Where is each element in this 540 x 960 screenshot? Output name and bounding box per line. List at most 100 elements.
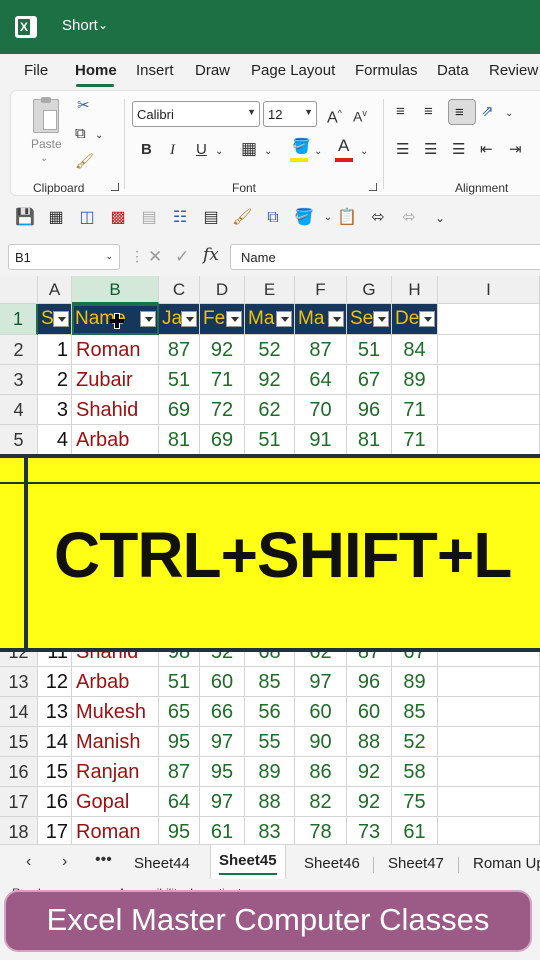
empty-cell[interactable] — [438, 697, 540, 727]
more-sheets-button[interactable]: ••• — [95, 851, 112, 869]
column-header[interactable]: H — [392, 276, 438, 304]
score-cell[interactable]: 58 — [392, 757, 438, 787]
document-title[interactable]: Short — [62, 17, 98, 34]
serial-cell[interactable]: 1 — [38, 335, 72, 365]
score-cell[interactable]: 78 — [295, 817, 347, 844]
name-cell[interactable]: Manish — [72, 727, 159, 757]
score-cell[interactable]: 71 — [392, 395, 438, 425]
score-cell[interactable]: 75 — [392, 787, 438, 817]
delete-sheet-icon[interactable]: ▩ — [108, 208, 128, 228]
chevron-down-icon[interactable]: ⌄ — [40, 153, 48, 164]
orientation-icon[interactable]: ⇗ — [481, 103, 494, 121]
row-header[interactable]: 14 — [0, 697, 38, 727]
score-cell[interactable]: 89 — [392, 365, 438, 395]
chevron-down-icon[interactable]: ⌄ — [98, 18, 108, 32]
serial-cell[interactable]: 16 — [38, 787, 72, 817]
score-cell[interactable]: 61 — [392, 817, 438, 844]
score-cell[interactable]: 70 — [295, 395, 347, 425]
score-cell[interactable]: 90 — [295, 727, 347, 757]
score-cell[interactable]: 88 — [347, 727, 392, 757]
tab-file[interactable]: File — [24, 62, 48, 79]
chevron-down-icon[interactable]: ⌄ — [360, 143, 368, 161]
filter-icon[interactable]: ⬄ — [368, 208, 388, 228]
row-header[interactable]: 17 — [0, 787, 38, 817]
chevron-down-icon[interactable]: ⌄ — [95, 127, 103, 145]
sheet-tab[interactable]: Sheet44 — [134, 855, 190, 872]
tab-review[interactable]: Review — [489, 62, 538, 79]
paste-icon[interactable] — [33, 97, 59, 133]
formula-input[interactable]: Name — [230, 244, 540, 270]
score-cell[interactable]: 83 — [245, 817, 295, 844]
empty-cell[interactable] — [438, 757, 540, 787]
score-cell[interactable]: 65 — [159, 697, 200, 727]
borders-icon[interactable]: ▦ — [241, 140, 257, 158]
score-cell[interactable]: 84 — [392, 335, 438, 365]
more-icon[interactable]: ⋮ — [130, 248, 144, 265]
row-header[interactable]: 15 — [0, 727, 38, 757]
score-cell[interactable]: 81 — [347, 425, 392, 455]
header-cell[interactable]: Se — [347, 304, 392, 335]
filter-dropdown-icon[interactable] — [419, 311, 435, 327]
decrease-indent-icon[interactable]: ⇤ — [480, 141, 493, 159]
sheet-tab[interactable]: Sheet47 — [388, 855, 444, 872]
paste-label[interactable]: Paste — [31, 137, 62, 151]
save-icon[interactable]: 💾 — [15, 208, 35, 228]
score-cell[interactable]: 52 — [245, 335, 295, 365]
underline-button[interactable]: U — [196, 141, 207, 159]
sheet-tab-active[interactable]: Sheet45 — [210, 845, 286, 879]
select-all-corner[interactable] — [0, 276, 38, 304]
score-cell[interactable]: 92 — [245, 365, 295, 395]
empty-cell[interactable] — [438, 787, 540, 817]
score-cell[interactable]: 81 — [159, 425, 200, 455]
clipboard-launcher-icon[interactable] — [111, 183, 119, 191]
score-cell[interactable]: 95 — [159, 727, 200, 757]
copy-icon[interactable]: ⧉ — [75, 125, 86, 143]
name-cell[interactable]: Mukesh — [72, 697, 159, 727]
name-cell[interactable]: Roman — [72, 335, 159, 365]
serial-cell[interactable]: 12 — [38, 667, 72, 697]
score-cell[interactable]: 97 — [295, 667, 347, 697]
column-header[interactable]: B — [72, 276, 159, 304]
score-cell[interactable]: 67 — [347, 365, 392, 395]
fx-icon[interactable]: fx — [203, 245, 219, 265]
org-chart-icon[interactable]: ☷ — [170, 208, 190, 228]
name-box[interactable]: B1 ⌄ — [8, 244, 120, 270]
name-cell[interactable]: Ranjan — [72, 757, 159, 787]
serial-cell[interactable]: 14 — [38, 727, 72, 757]
name-cell[interactable]: Arbab — [72, 667, 159, 697]
cancel-icon[interactable]: ✕ — [148, 247, 162, 267]
font-launcher-icon[interactable] — [369, 183, 377, 191]
score-cell[interactable]: 64 — [295, 365, 347, 395]
column-header[interactable]: D — [200, 276, 245, 304]
shrink-font-icon[interactable]: Av — [353, 104, 367, 126]
header-cell[interactable]: Fe — [200, 304, 245, 335]
score-cell[interactable]: 92 — [200, 335, 245, 365]
name-cell[interactable]: Shahid — [72, 395, 159, 425]
column-header[interactable]: I — [438, 276, 540, 304]
chevron-down-icon[interactable]: ⌄ — [215, 143, 223, 161]
score-cell[interactable]: 71 — [200, 365, 245, 395]
score-cell[interactable]: 64 — [159, 787, 200, 817]
row-header[interactable]: 1 — [0, 304, 38, 335]
score-cell[interactable]: 89 — [392, 667, 438, 697]
chevron-down-icon[interactable]: ⌄ — [314, 143, 322, 161]
score-cell[interactable]: 60 — [347, 697, 392, 727]
score-cell[interactable]: 97 — [200, 787, 245, 817]
chevron-down-icon[interactable]: ⌄ — [318, 208, 338, 228]
score-cell[interactable]: 51 — [245, 425, 295, 455]
score-cell[interactable]: 55 — [245, 727, 295, 757]
tab-insert[interactable]: Insert — [136, 62, 174, 79]
pivot-table-icon[interactable]: ◫ — [77, 208, 97, 228]
score-cell[interactable]: 92 — [347, 757, 392, 787]
serial-cell[interactable]: 17 — [38, 817, 72, 844]
empty-cell[interactable] — [438, 425, 540, 455]
name-cell[interactable]: Zubair — [72, 365, 159, 395]
font-name-select[interactable]: Calibri ▼ — [132, 101, 260, 127]
enter-icon[interactable]: ✓ — [175, 247, 189, 267]
score-cell[interactable]: 85 — [392, 697, 438, 727]
score-cell[interactable]: 66 — [200, 697, 245, 727]
filter-dropdown-icon[interactable] — [53, 311, 69, 327]
column-header[interactable]: A — [38, 276, 72, 304]
tab-data[interactable]: Data — [437, 62, 469, 79]
name-cell[interactable]: Arbab — [72, 425, 159, 455]
